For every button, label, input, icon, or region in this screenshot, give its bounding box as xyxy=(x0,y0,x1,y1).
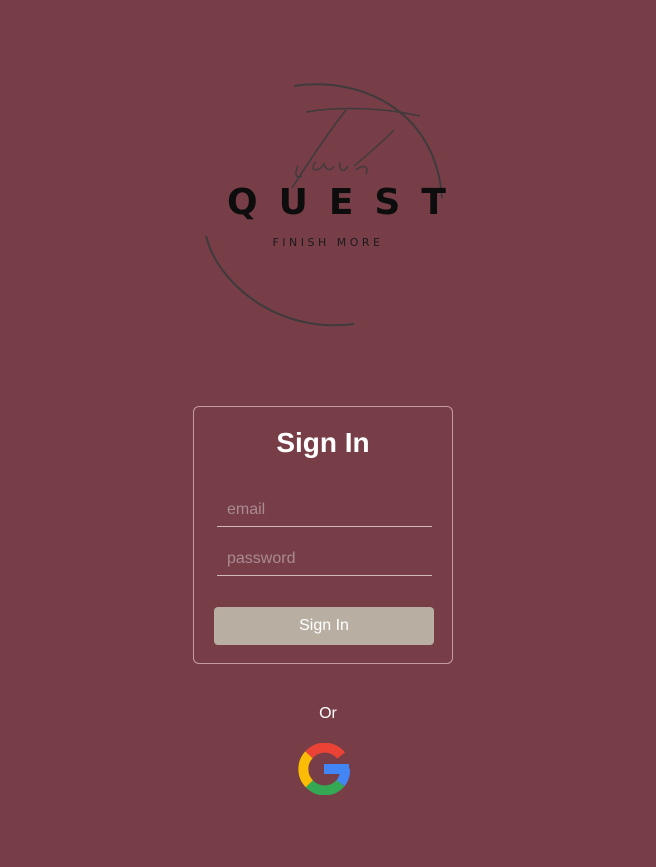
password-field[interactable] xyxy=(217,542,432,576)
signin-title: Sign In xyxy=(276,427,370,458)
email-field[interactable] xyxy=(217,493,432,527)
or-separator: Or xyxy=(319,705,337,722)
signin-button[interactable]: Sign In xyxy=(214,607,434,645)
logo-tagline: FINISH MORE xyxy=(272,236,384,249)
google-signin-button[interactable] xyxy=(298,742,350,796)
signin-card: Sign In Sign In xyxy=(193,406,453,664)
task-quest-logo: QUEST FINISH MORE xyxy=(190,70,466,340)
logo-wordmark: QUEST xyxy=(227,182,467,223)
google-g-icon xyxy=(298,742,350,796)
